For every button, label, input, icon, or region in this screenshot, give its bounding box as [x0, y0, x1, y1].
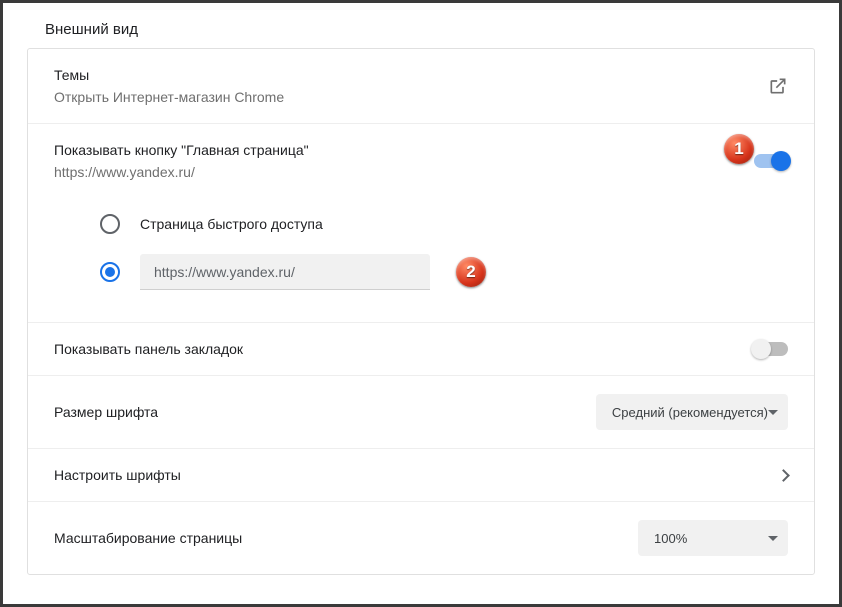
bookmarks-bar-toggle[interactable] — [754, 342, 788, 356]
quick-access-label: Страница быстрого доступа — [140, 216, 323, 232]
customize-fonts-row[interactable]: Настроить шрифты — [28, 449, 814, 502]
dropdown-caret-icon — [768, 410, 778, 415]
radio-row-custom-url[interactable]: 2 — [54, 244, 788, 300]
page-zoom-value: 100% — [654, 531, 687, 546]
page-zoom-select[interactable]: 100% — [638, 520, 788, 556]
home-button-label: Показывать кнопку "Главная страница" — [54, 142, 309, 158]
home-url-input[interactable] — [140, 254, 430, 290]
font-size-select[interactable]: Средний (рекомендуется) — [596, 394, 788, 430]
font-size-row: Размер шрифта Средний (рекомендуется) — [28, 376, 814, 449]
font-size-value: Средний (рекомендуется) — [612, 405, 768, 420]
annotation-badge-1: 1 — [724, 134, 754, 164]
home-button-toggle[interactable] — [754, 154, 788, 168]
font-size-label: Размер шрифта — [54, 404, 158, 420]
radio-quick-access[interactable] — [100, 214, 120, 234]
customize-fonts-label: Настроить шрифты — [54, 467, 181, 483]
home-button-row: Показывать кнопку "Главная страница" htt… — [28, 124, 814, 198]
page-zoom-row: Масштабирование страницы 100% — [28, 502, 814, 574]
annotation-badge-2: 2 — [456, 257, 486, 287]
themes-subtitle: Открыть Интернет-магазин Chrome — [54, 89, 284, 105]
home-page-options: Страница быстрого доступа 2 — [28, 198, 814, 323]
themes-title: Темы — [54, 67, 284, 83]
chevron-right-icon — [777, 469, 790, 482]
bookmarks-bar-row: Показывать панель закладок — [28, 323, 814, 376]
appearance-card: Темы Открыть Интернет-магазин Chrome Пок… — [27, 48, 815, 575]
themes-row[interactable]: Темы Открыть Интернет-магазин Chrome — [28, 49, 814, 124]
open-external-icon — [768, 76, 788, 96]
home-button-url: https://www.yandex.ru/ — [54, 164, 309, 180]
section-title: Внешний вид — [45, 21, 821, 38]
page-zoom-label: Масштабирование страницы — [54, 530, 242, 546]
radio-custom-url[interactable] — [100, 262, 120, 282]
dropdown-caret-icon — [768, 536, 778, 541]
radio-row-quick-access[interactable]: Страница быстрого доступа — [54, 204, 788, 244]
bookmarks-bar-label: Показывать панель закладок — [54, 341, 243, 357]
